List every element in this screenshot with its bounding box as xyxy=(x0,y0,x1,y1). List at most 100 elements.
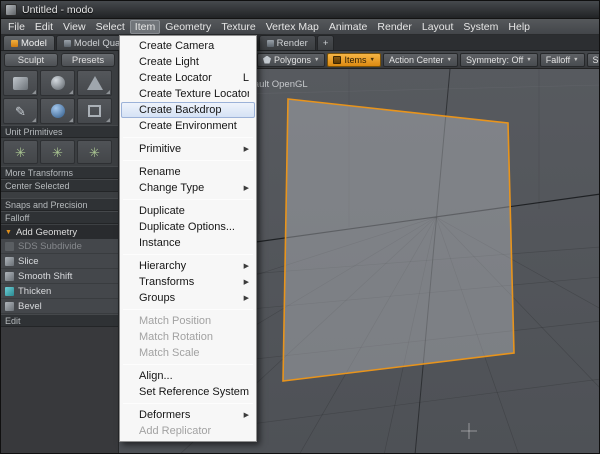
left-tool-panel: Sculpt Presets ✎ Unit Primitives ✳ ✳ ✳ xyxy=(1,51,119,454)
menu-item-create-environment[interactable]: Create Environment xyxy=(121,118,255,134)
menu-geometry[interactable]: Geometry xyxy=(160,20,216,34)
menu-item-add-replicator: Add Replicator xyxy=(121,423,255,439)
menu-edit[interactable]: Edit xyxy=(30,20,58,34)
menu-item-hierarchy[interactable]: Hierarchy▶ xyxy=(121,258,255,274)
menu-item-deformers[interactable]: Deformers▶ xyxy=(121,407,255,423)
ball-tool-icon xyxy=(51,104,65,118)
box-tool-icon xyxy=(88,105,101,117)
dropdown-arrow-icon: ▼ xyxy=(573,57,578,63)
unit-primitive-grid: ✳ ✳ ✳ xyxy=(1,138,118,166)
menu-separator xyxy=(123,309,253,310)
submenu-arrow-icon: ▶ xyxy=(244,184,249,192)
sidebar-tool-thicken[interactable]: Thicken xyxy=(1,284,118,299)
menu-file[interactable]: File xyxy=(3,20,30,34)
sphere-tool-icon xyxy=(51,76,65,90)
menu-item[interactable]: Item xyxy=(130,20,160,34)
snaps-precision-header: Snaps and Precision xyxy=(1,198,118,211)
symmetry-dropdown[interactable]: Symmetry: Off ▼ xyxy=(460,53,538,67)
axis-star-icon: ✳ xyxy=(15,146,26,159)
menu-layout[interactable]: Layout xyxy=(417,20,459,34)
render-tab-icon xyxy=(267,40,274,47)
more-transforms-row[interactable]: More Transforms xyxy=(1,166,118,179)
pen-tool-icon: ✎ xyxy=(15,105,26,118)
menu-item-primitive[interactable]: Primitive▶ xyxy=(121,141,255,157)
polygon-icon xyxy=(263,56,271,64)
titlebar[interactable]: Untitled - modo xyxy=(1,1,599,19)
menu-item-set-reference-system[interactable]: Set Reference System xyxy=(121,384,255,400)
menu-item-create-light[interactable]: Create Light xyxy=(121,54,255,70)
submenu-arrow-icon: ▶ xyxy=(244,294,249,302)
menu-view[interactable]: View xyxy=(58,20,91,34)
menu-select[interactable]: Select xyxy=(91,20,130,34)
axis-star-icon: ✳ xyxy=(89,146,100,159)
sidebar-tool-slice[interactable]: Slice xyxy=(1,254,118,269)
tab-label: Model Quad xyxy=(74,38,126,49)
snapping-dropdown[interactable]: Snapping ▼ xyxy=(587,53,599,67)
falloff-dropdown[interactable]: Falloff ▼ xyxy=(540,53,585,67)
backdrop-item[interactable] xyxy=(283,99,514,381)
submenu-arrow-icon: ▶ xyxy=(244,262,249,270)
slice-icon xyxy=(5,257,14,266)
sculpt-button[interactable]: Sculpt xyxy=(4,53,58,67)
menu-item-duplicate-options[interactable]: Duplicate Options... xyxy=(121,219,255,235)
menu-render[interactable]: Render xyxy=(372,20,416,34)
tool-button-cube[interactable] xyxy=(3,70,38,96)
item-menu-popup: Create Camera Create Light Create Locato… xyxy=(119,35,257,442)
add-geometry-dropdown[interactable]: ▼ Add Geometry xyxy=(1,224,118,239)
presets-button[interactable]: Presets xyxy=(61,53,115,67)
dropdown-arrow-icon: ▼ xyxy=(314,57,319,63)
items-mode-button[interactable]: Items ▼ xyxy=(327,53,380,67)
tab-model[interactable]: Model xyxy=(3,35,55,50)
menu-separator xyxy=(123,254,253,255)
menu-item-create-locator[interactable]: Create LocatorL xyxy=(121,70,255,86)
unit-primitive-button-3[interactable]: ✳ xyxy=(77,140,112,164)
smooth-shift-icon xyxy=(5,272,14,281)
menu-animate[interactable]: Animate xyxy=(324,20,373,34)
menu-texture[interactable]: Texture xyxy=(216,20,260,34)
unit-primitives-header: Unit Primitives xyxy=(1,125,118,138)
tool-button-cone[interactable] xyxy=(77,70,112,96)
sidebar-tool-smooth-shift[interactable]: Smooth Shift xyxy=(1,269,118,284)
edit-header: Edit xyxy=(1,314,118,327)
unit-primitive-button-1[interactable]: ✳ xyxy=(3,140,38,164)
menu-help[interactable]: Help xyxy=(503,20,535,34)
menu-item-transforms[interactable]: Transforms▶ xyxy=(121,274,255,290)
action-center-dropdown[interactable]: Action Center ▼ xyxy=(383,53,458,67)
menu-separator xyxy=(123,160,253,161)
center-selected-row[interactable]: Center Selected xyxy=(1,179,118,192)
bevel-icon xyxy=(5,302,14,311)
tool-button-sphere[interactable] xyxy=(40,70,75,96)
layout-tab-strip: Model Model Quad Render + xyxy=(1,35,599,51)
items-icon xyxy=(333,56,341,64)
sidebar-tool-sds-subdivide[interactable]: SDS Subdivide xyxy=(1,239,118,254)
tool-button-pen[interactable]: ✎ xyxy=(3,98,38,124)
menu-item-create-backdrop[interactable]: Create Backdrop xyxy=(121,102,255,118)
menu-item-duplicate[interactable]: Duplicate xyxy=(121,203,255,219)
menu-system[interactable]: System xyxy=(458,20,503,34)
polygons-mode-button[interactable]: Polygons ▼ xyxy=(257,53,325,67)
model-tab-icon xyxy=(11,40,18,47)
tab-render[interactable]: Render xyxy=(259,35,316,50)
menu-item-groups[interactable]: Groups▶ xyxy=(121,290,255,306)
menu-item-align[interactable]: Align... xyxy=(121,368,255,384)
menubar: File Edit View Select Item Geometry Text… xyxy=(1,19,599,35)
falloff-row[interactable]: Falloff xyxy=(1,211,118,224)
tab-add[interactable]: + xyxy=(317,35,335,50)
tool-button-ball[interactable] xyxy=(40,98,75,124)
menu-item-match-rotation: Match Rotation xyxy=(121,329,255,345)
menu-item-change-type[interactable]: Change Type▶ xyxy=(121,180,255,196)
unit-primitive-button-2[interactable]: ✳ xyxy=(40,140,75,164)
cone-tool-icon xyxy=(87,76,103,90)
menu-separator xyxy=(123,199,253,200)
sidebar-tool-bevel[interactable]: Bevel xyxy=(1,299,118,314)
menu-vertex-map[interactable]: Vertex Map xyxy=(261,20,324,34)
tool-button-box[interactable] xyxy=(77,98,112,124)
menu-item-create-texture-locator[interactable]: Create Texture Locator xyxy=(121,86,255,102)
menu-separator xyxy=(123,403,253,404)
menu-item-instance[interactable]: Instance xyxy=(121,235,255,251)
main-area: Sculpt Presets ✎ Unit Primitives ✳ ✳ ✳ xyxy=(1,51,599,454)
menu-item-rename[interactable]: Rename xyxy=(121,164,255,180)
menu-item-create-camera[interactable]: Create Camera xyxy=(121,38,255,54)
dropdown-arrow-icon: ▼ xyxy=(526,57,531,63)
tab-label: Render xyxy=(277,38,308,49)
